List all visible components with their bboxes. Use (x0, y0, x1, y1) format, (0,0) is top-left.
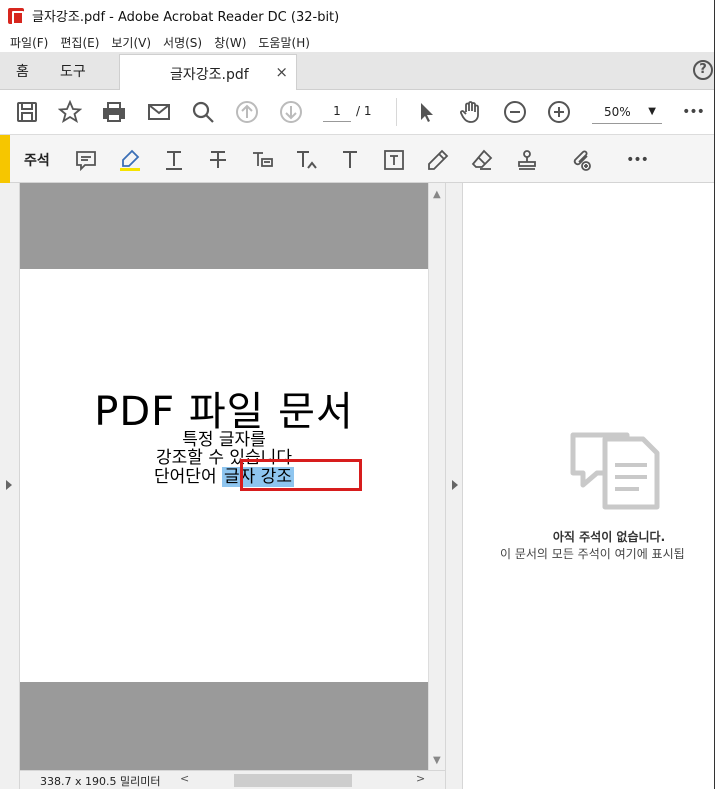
horizontal-scroll-thumb[interactable] (234, 774, 352, 787)
scroll-down-icon[interactable]: ▼ (433, 755, 441, 766)
acrobat-app-icon (8, 7, 24, 25)
previous-page-icon[interactable] (234, 99, 260, 125)
comment-toolbar: 주석 ••• (0, 135, 715, 183)
search-zoom-icon[interactable] (190, 99, 216, 125)
right-pane-toggle[interactable] (445, 183, 463, 789)
page-total: / 1 (356, 104, 372, 118)
vertical-scrollbar[interactable]: ▲ ▼ (428, 183, 445, 770)
insert-text-icon[interactable] (293, 147, 319, 173)
pdf-line-3-prefix: 단어단어 (154, 467, 222, 487)
eraser-icon[interactable] (469, 147, 495, 173)
bookmark-star-icon[interactable] (57, 99, 83, 125)
expand-left-pane-icon[interactable] (6, 480, 12, 490)
chevron-down-icon: ▼ (648, 106, 656, 117)
comments-pane: 아직 주석이 없습니다. 이 문서의 모든 주석이 여기에 표시됩 (463, 183, 715, 789)
left-nav-rail (0, 183, 20, 789)
next-page-icon[interactable] (278, 99, 304, 125)
status-bar: 338.7 x 190.5 밀리미터 < > (20, 770, 445, 789)
menu-sign[interactable]: 서명(S) (157, 34, 208, 51)
menu-help[interactable]: 도움말(H) (252, 34, 316, 51)
tab-document-label: 글자강조.pdf (170, 67, 249, 83)
collapse-right-pane-icon[interactable] (452, 480, 458, 490)
tab-bar: 홈 도구 글자강조.pdf × ? (0, 52, 715, 91)
add-text-icon[interactable] (337, 147, 363, 173)
select-cursor-icon[interactable] (414, 99, 440, 125)
replace-text-icon[interactable] (249, 147, 275, 173)
scroll-up-icon[interactable]: ▲ (433, 189, 441, 200)
sticky-note-icon[interactable] (73, 147, 99, 173)
close-tab-icon[interactable]: × (275, 63, 288, 81)
highlight-pen-icon[interactable] (117, 147, 143, 173)
zoom-level-value: 50% (604, 105, 631, 119)
tab-tools[interactable]: 도구 (60, 61, 86, 81)
page-number-input[interactable]: 1 (323, 100, 351, 122)
more-tools-icon[interactable]: ••• (680, 99, 706, 125)
hand-tool-icon[interactable] (458, 99, 484, 125)
pdf-line-3: 단어단어 글자 강조 (20, 462, 428, 487)
menu-edit[interactable]: 편집(E) (54, 34, 105, 51)
zoom-out-icon[interactable] (502, 99, 528, 125)
tab-document[interactable]: 글자강조.pdf × (119, 54, 297, 91)
save-icon[interactable] (14, 99, 40, 125)
selection-outline-box (240, 459, 362, 491)
attach-file-icon[interactable] (568, 147, 594, 173)
strikethrough-text-icon[interactable] (205, 147, 231, 173)
main-toolbar: 1 / 1 50% ▼ ••• (0, 90, 715, 135)
zoom-level-select[interactable]: 50% ▼ (592, 100, 662, 124)
toolbar-divider (396, 98, 397, 126)
help-icon[interactable]: ? (693, 60, 713, 80)
comment-toolbar-label: 주석 (24, 153, 50, 169)
zoom-in-icon[interactable] (546, 99, 572, 125)
menu-bar: 파일(F) 편집(E) 보기(V) 서명(S) 창(W) 도움말(H) (0, 32, 715, 52)
menu-window[interactable]: 창(W) (208, 34, 252, 51)
email-icon[interactable] (146, 99, 172, 125)
no-comments-icon (570, 432, 660, 510)
text-box-icon[interactable] (381, 147, 407, 173)
underline-text-icon[interactable] (161, 147, 187, 173)
window-title: 글자강조.pdf - Adobe Acrobat Reader DC (32-b… (32, 10, 340, 25)
menu-file[interactable]: 파일(F) (4, 34, 54, 51)
print-icon[interactable] (101, 99, 127, 125)
menu-view[interactable]: 보기(V) (105, 34, 157, 51)
tab-home[interactable]: 홈 (16, 61, 29, 81)
more-comment-tools-icon[interactable]: ••• (624, 147, 650, 173)
pdf-page: PDF 파일 문서 특정 글자를 강조할 수 있습니다 단어단어 글자 강조 (20, 269, 428, 682)
pencil-draw-icon[interactable] (425, 147, 451, 173)
document-viewport[interactable]: PDF 파일 문서 특정 글자를 강조할 수 있습니다 단어단어 글자 강조 (20, 183, 428, 770)
scroll-left-icon[interactable]: < (180, 772, 189, 785)
empty-comments-title: 아직 주석이 없습니다. (552, 530, 666, 544)
scroll-right-icon[interactable]: > (416, 772, 425, 785)
stamp-icon[interactable] (514, 147, 540, 173)
title-bar: 글자강조.pdf - Adobe Acrobat Reader DC (32-b… (0, 0, 715, 32)
empty-comments-subtitle: 이 문서의 모든 주석이 여기에 표시됩 (500, 547, 685, 561)
page-size-readout: 338.7 x 190.5 밀리미터 (40, 775, 161, 788)
comment-accent-bar (0, 135, 10, 183)
